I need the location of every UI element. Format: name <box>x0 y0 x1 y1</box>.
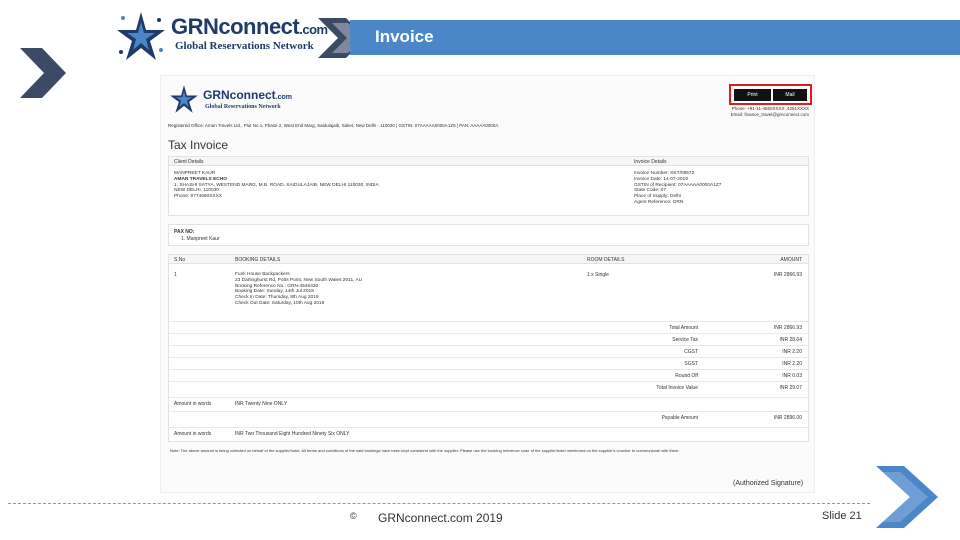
row-booking-details: Funk House Backpackers 23 Darlinghurst R… <box>235 272 363 306</box>
pax-box: PAX NO: 1. Manpreet Kaur <box>168 224 809 246</box>
footer-divider <box>8 503 870 504</box>
logo-subtitle: Global Reservations Network <box>175 40 314 52</box>
invoice-logo: GRNconnect.com Global Reservations Netwo… <box>169 84 309 114</box>
row-room: 1 x Single <box>587 272 609 278</box>
summary-total-invoice: Total Invoice Value INR 29.07 <box>169 381 808 393</box>
contact-info: Phone: +91-11-4550XXXX, 4251XXXX Email: … <box>709 106 809 118</box>
details-header-row: Client Details Invoice Details <box>169 157 808 166</box>
button-highlight: Print Mail <box>729 84 812 105</box>
booking-header-row: S.No BOOKING DETAILS ROOM DETAILS AMOUNT <box>169 255 808 264</box>
col-booking-details: BOOKING DETAILS <box>235 257 281 263</box>
payable-words-row: Amount in words INR Two Thousand Eight H… <box>169 427 808 439</box>
invoice-logo-title: GRNconnect.com <box>203 88 293 102</box>
invoice-note: Note: The above amount is being collecte… <box>170 448 680 453</box>
invoice-details-heading: Invoice Details <box>634 159 667 165</box>
print-button[interactable]: Print <box>734 89 771 101</box>
col-amount: AMOUNT <box>780 257 802 263</box>
row-sno: 1 <box>174 272 177 278</box>
row-amount: INR 2866.93 <box>773 272 802 278</box>
summary-round-off: Round Off INR 0.03 <box>169 369 808 381</box>
header-bar <box>350 20 960 55</box>
left-chevron-icon <box>20 48 66 98</box>
invoice-details: Invoice Number: SKT/08572 Invoice Date: … <box>634 171 722 205</box>
summary-cgst: CGST INR 2.20 <box>169 345 808 357</box>
col-room-details: ROOM DETAILS <box>587 257 625 263</box>
slide-number: Slide 21 <box>822 510 862 522</box>
copyright-icon: © <box>350 511 357 521</box>
client-details-heading: Client Details <box>174 159 204 165</box>
summary-sgst: SGST INR 2.20 <box>169 357 808 369</box>
contact-email: Email: finance_travel@grnconnect.com <box>730 112 809 117</box>
client-details: MANPREET KAUR AMAN TRAVELS ECHO 1, SHASH… <box>174 171 379 200</box>
right-chevron-icon <box>876 466 938 528</box>
amount-in-words-row: Amount in words INR Twenty Nine ONLY <box>169 397 808 409</box>
authorized-signature: (Authorized Signature) <box>733 480 804 487</box>
footer-text: GRNconnect.com 2019 <box>378 511 503 525</box>
details-box: Client Details Invoice Details MANPREET … <box>168 156 809 216</box>
summary-total: Total Amount INR 2866.93 <box>169 321 808 333</box>
star-logo-icon <box>170 85 198 113</box>
invoice-logo-subtitle: Global Reservations Network <box>205 104 281 110</box>
star-logo-icon <box>117 12 165 60</box>
pax-name: 1. Manpreet Kaur <box>181 236 220 242</box>
grn-logo: GRNconnect.com Global Reservations Netwo… <box>115 8 328 64</box>
invoice-screenshot: GRNconnect.com Global Reservations Netwo… <box>160 75 815 493</box>
payable-amount-row: Payable Amount INR 2896.00 <box>169 411 808 423</box>
logo-title: GRNconnect.com <box>171 14 328 39</box>
booking-table: S.No BOOKING DETAILS ROOM DETAILS AMOUNT… <box>168 254 809 442</box>
slide-title: Invoice <box>375 27 434 46</box>
pax-heading: PAX NO: <box>174 229 195 235</box>
mail-button[interactable]: Mail <box>773 89 807 101</box>
summary-service-tax: Service Tax INR 28.64 <box>169 333 808 345</box>
registered-office: Registered Office: Aman Travels Ltd., Pl… <box>168 123 499 128</box>
tax-invoice-title: Tax Invoice <box>168 138 229 152</box>
col-sno: S.No <box>174 257 186 263</box>
